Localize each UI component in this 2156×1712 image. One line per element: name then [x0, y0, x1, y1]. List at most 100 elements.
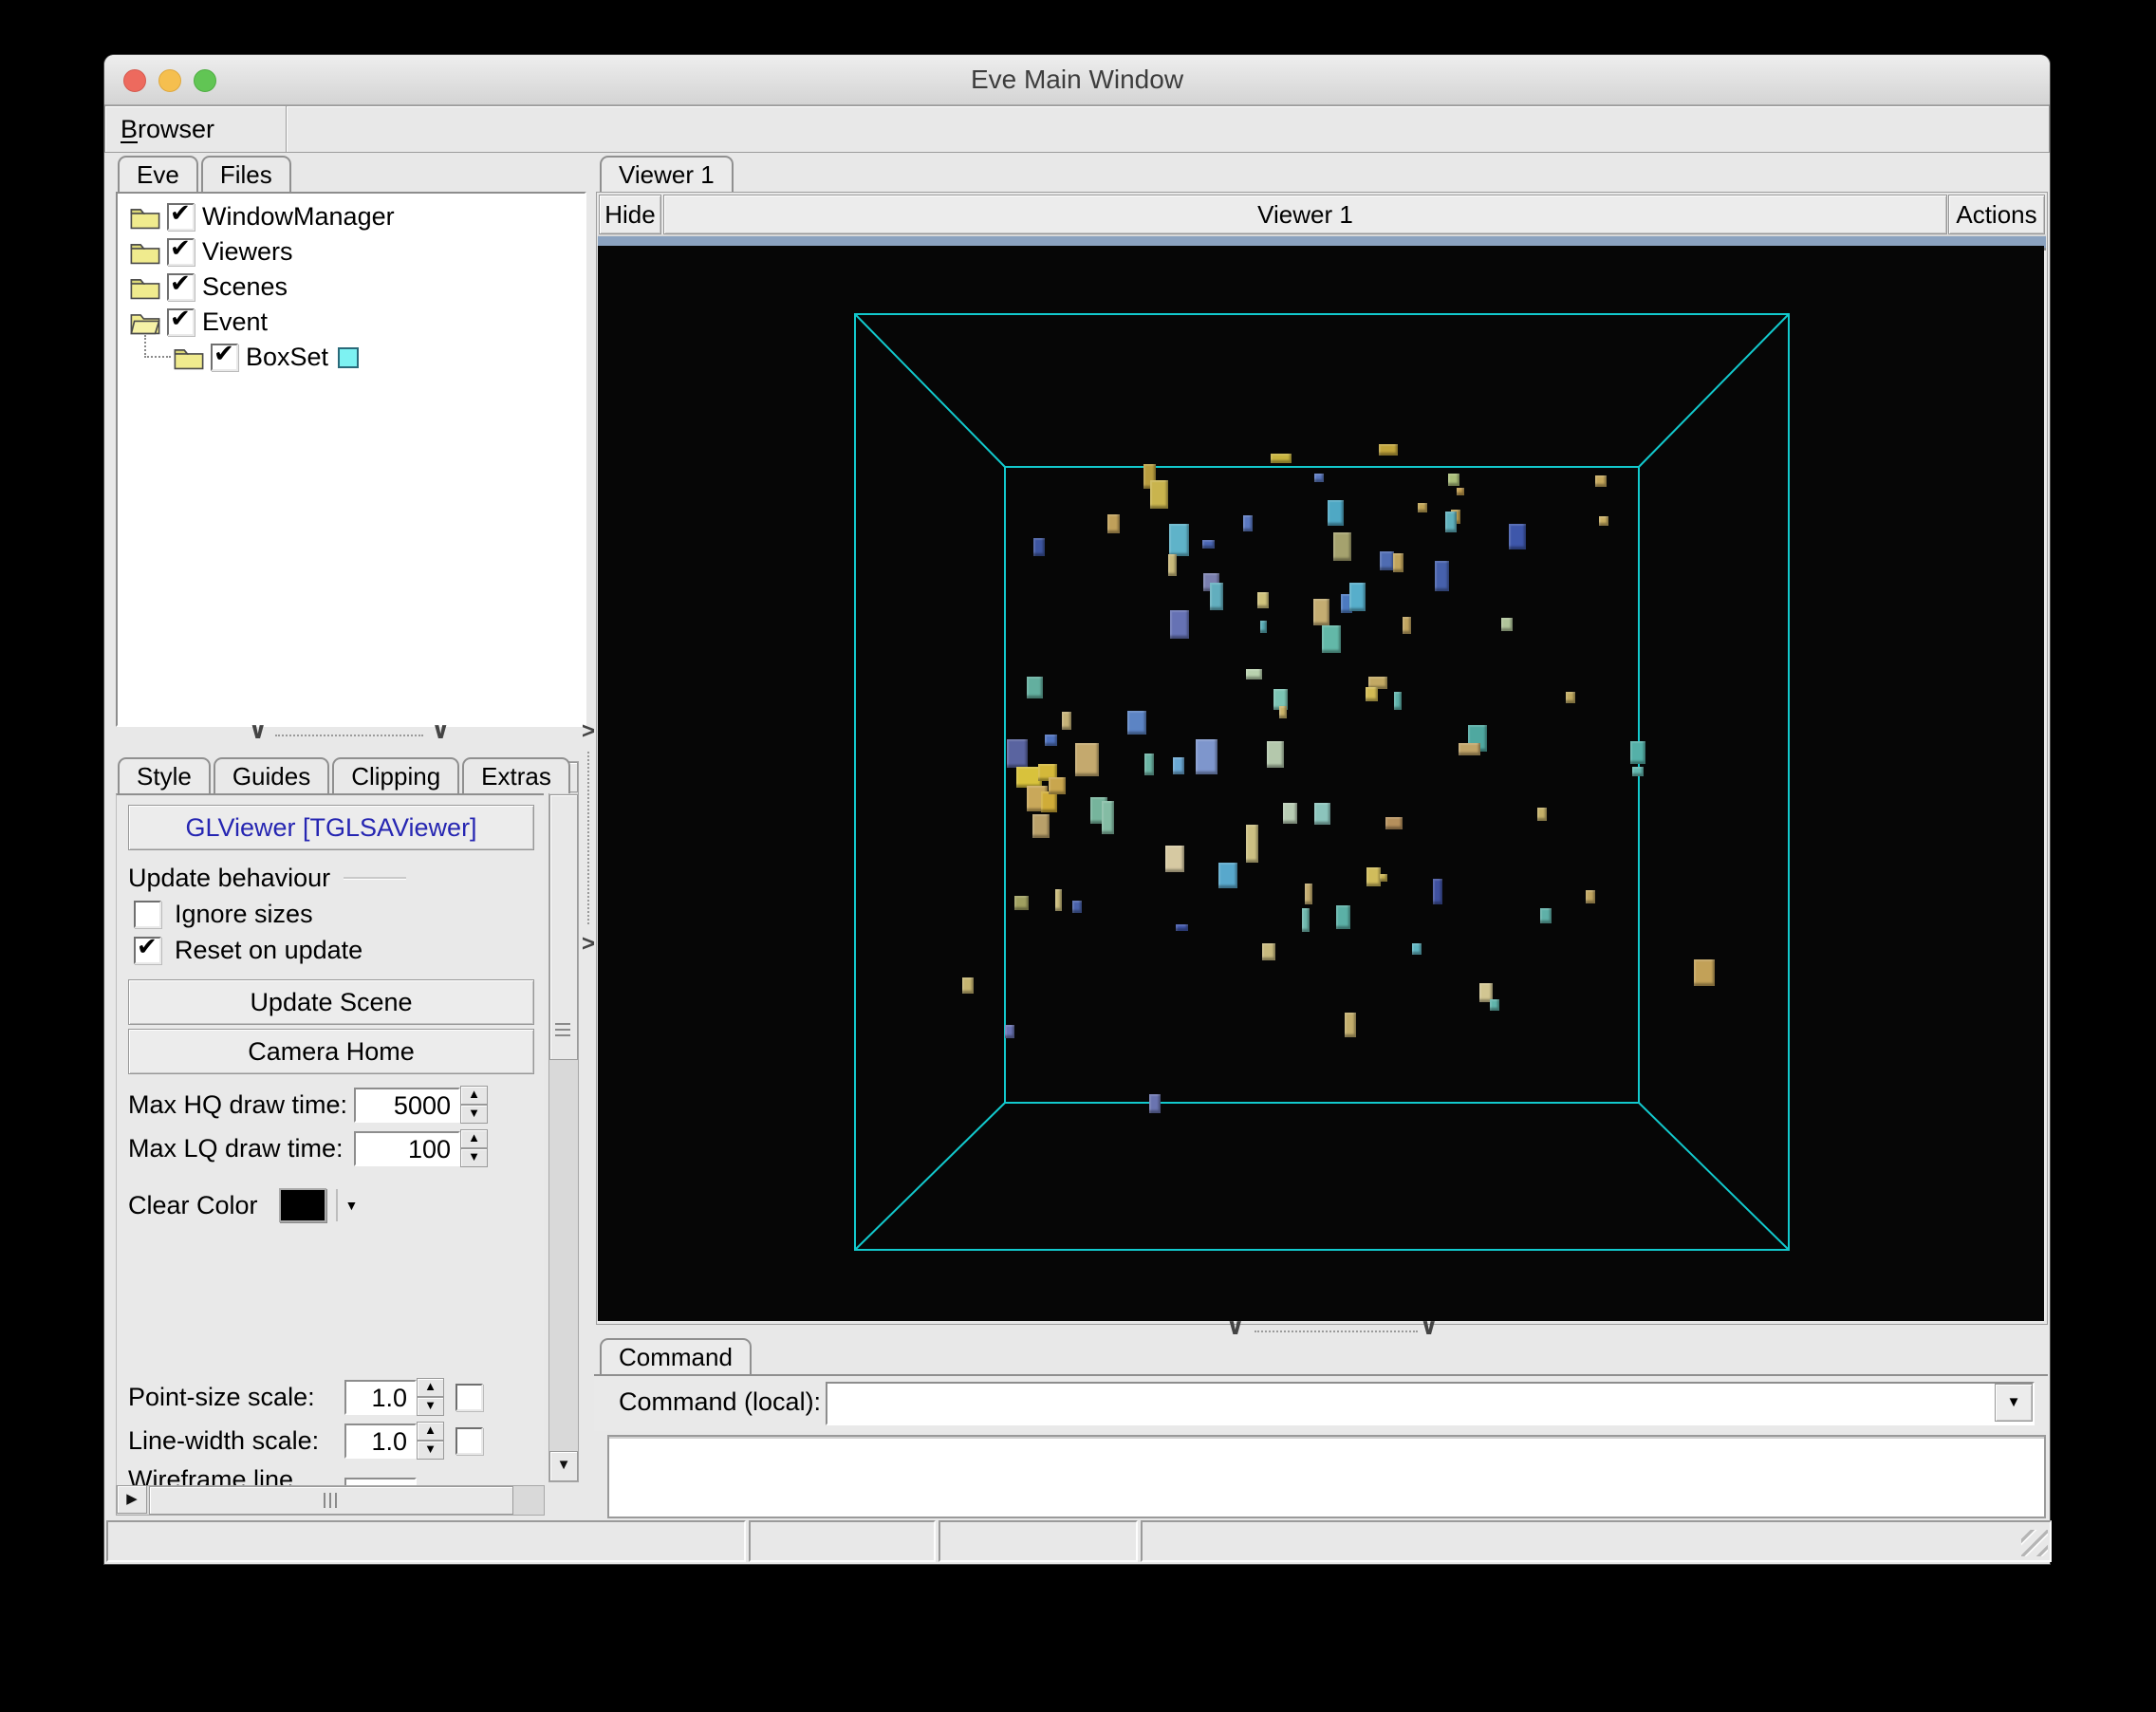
point-size-checkbox[interactable] — [455, 1383, 483, 1411]
scene-tree: WindowManager Viewers Scenes Event BoxSet — [121, 198, 581, 375]
scene-box — [1412, 943, 1422, 955]
hide-button[interactable]: Hide — [599, 195, 661, 234]
status-segment — [1140, 1520, 2053, 1562]
splitter-chevron-icon: > — [582, 718, 596, 744]
scrollbar-thumb[interactable] — [149, 1486, 513, 1515]
command-input[interactable] — [827, 1384, 1995, 1425]
tree-item-checkbox[interactable] — [167, 304, 195, 336]
update-scene-button[interactable]: Update Scene — [128, 979, 534, 1025]
tab-guides[interactable]: Guides — [213, 757, 330, 793]
tree-item-checkbox[interactable] — [211, 339, 238, 371]
scene-box — [1279, 706, 1287, 718]
scene-box — [1349, 583, 1366, 611]
scene-box — [1196, 739, 1217, 774]
scene-box — [1283, 803, 1297, 824]
command-output-area[interactable] — [607, 1435, 2046, 1518]
update-behaviour-label: Update behaviour — [128, 864, 331, 892]
glviewer-editor-panel: GLViewer [TGLSAViewer] Update behaviour … — [116, 793, 544, 1514]
spin-up-icon[interactable]: ▲ — [460, 1086, 488, 1105]
scene-box — [1257, 592, 1269, 608]
line-width-checkbox[interactable] — [455, 1426, 483, 1455]
command-combobox[interactable]: ▼ — [826, 1382, 2035, 1425]
tab-files[interactable]: Files — [200, 156, 291, 192]
style-panel-horizontal-scrollbar[interactable]: ◀ ▶ — [116, 1485, 545, 1516]
scene-box — [1336, 905, 1350, 929]
menu-browser[interactable]: Browser — [105, 106, 230, 152]
viewer-header: Hide Viewer 1 Actions — [598, 195, 2046, 234]
scene-box — [962, 977, 974, 994]
tree-item-checkbox[interactable] — [167, 233, 195, 266]
scene-box — [1246, 825, 1258, 863]
scene-box — [1490, 999, 1499, 1011]
tree-item-checkbox[interactable] — [167, 269, 195, 301]
ignore-sizes-row: Ignore sizes — [134, 900, 313, 929]
boxset-color-swatch[interactable] — [338, 346, 360, 368]
scene-box — [1173, 757, 1184, 774]
scene-box — [1380, 874, 1387, 882]
scene-box — [1394, 692, 1402, 710]
scene-box — [1314, 474, 1324, 482]
point-size-input[interactable]: 1.0 — [344, 1379, 417, 1415]
horizontal-splitter[interactable]: ∨ ∨ — [116, 720, 583, 748]
command-tab-bar: Command — [600, 1338, 754, 1376]
camera-home-button[interactable]: Camera Home — [128, 1029, 534, 1074]
style-panel-vertical-scrollbar[interactable]: ▲ ▼ — [548, 761, 579, 1482]
tree-item-scenes[interactable]: Scenes — [121, 269, 581, 305]
tree-item-event[interactable]: Event — [121, 304, 581, 340]
scene-box — [1599, 516, 1608, 526]
tree-item-boxset[interactable]: BoxSet — [121, 334, 581, 375]
reset-on-update-checkbox[interactable] — [134, 932, 161, 964]
scene-box — [1305, 884, 1312, 904]
line-width-spinner[interactable]: ▲ ▼ — [417, 1422, 444, 1460]
vertical-splitter[interactable]: > > — [582, 718, 596, 957]
tab-eve[interactable]: Eve — [118, 156, 198, 192]
splitter-dots — [275, 735, 423, 736]
scroll-right-icon[interactable]: ▶ — [117, 1485, 147, 1514]
scene-box — [1102, 801, 1114, 834]
scene-box — [1260, 621, 1267, 633]
spin-down-icon[interactable]: ▼ — [460, 1105, 488, 1124]
scene-box — [1328, 500, 1344, 526]
max-hq-spinner[interactable]: ▲ ▼ — [460, 1086, 488, 1124]
combo-dropdown-icon[interactable]: ▼ — [1995, 1384, 2033, 1422]
divider — [344, 877, 407, 880]
line-width-row: Line-width scale: 1.0 ▲ ▼ — [128, 1422, 483, 1460]
tab-viewer-1[interactable]: Viewer 1 — [600, 156, 734, 192]
resize-grip[interactable] — [2021, 1530, 2048, 1556]
max-hq-input[interactable]: 5000 — [354, 1087, 460, 1123]
scene-box — [1501, 618, 1513, 631]
ignore-sizes-checkbox[interactable] — [134, 901, 161, 928]
tree-item-checkbox[interactable] — [167, 198, 195, 231]
tab-extras[interactable]: Extras — [462, 757, 570, 793]
glviewer-button[interactable]: GLViewer [TGLSAViewer] — [128, 805, 534, 850]
tab-clipping[interactable]: Clipping — [332, 757, 460, 793]
tab-command[interactable]: Command — [600, 1338, 752, 1374]
tree-item-viewers[interactable]: Viewers — [121, 233, 581, 270]
scene-box — [1169, 524, 1189, 556]
spin-up-icon[interactable]: ▲ — [460, 1129, 488, 1148]
window-title: Eve Main Window — [970, 65, 1184, 94]
max-lq-spinner[interactable]: ▲ ▼ — [460, 1129, 488, 1167]
tab-style[interactable]: Style — [118, 757, 211, 793]
spin-up-icon[interactable]: ▲ — [417, 1422, 444, 1441]
scene-box — [1433, 879, 1442, 904]
point-size-label: Point-size scale: — [128, 1382, 315, 1411]
gl-viewport[interactable] — [598, 246, 2044, 1321]
point-size-spinner[interactable]: ▲ ▼ — [417, 1378, 444, 1416]
max-lq-input[interactable]: 100 — [354, 1130, 460, 1166]
clear-color-swatch[interactable] — [278, 1188, 326, 1222]
spin-down-icon[interactable]: ▼ — [417, 1397, 444, 1416]
spin-down-icon[interactable]: ▼ — [460, 1148, 488, 1167]
clear-color-dropdown-icon[interactable]: ▼ — [345, 1198, 359, 1213]
viewer-title-bar[interactable]: Viewer 1 — [663, 195, 1947, 234]
actions-button[interactable]: Actions — [1948, 195, 2045, 234]
horizontal-splitter[interactable]: ∨ ∨ — [596, 1316, 2046, 1344]
scene-box — [1049, 777, 1066, 794]
scrollbar-thumb[interactable] — [549, 794, 578, 1060]
spin-up-icon[interactable]: ▲ — [417, 1378, 444, 1397]
scroll-down-icon[interactable]: ▼ — [549, 1451, 578, 1481]
spin-down-icon[interactable]: ▼ — [417, 1441, 444, 1460]
viewer-frame: Hide Viewer 1 Actions — [596, 192, 2048, 1325]
tree-item-windowmanager[interactable]: WindowManager — [121, 198, 581, 234]
line-width-input[interactable]: 1.0 — [344, 1423, 417, 1459]
